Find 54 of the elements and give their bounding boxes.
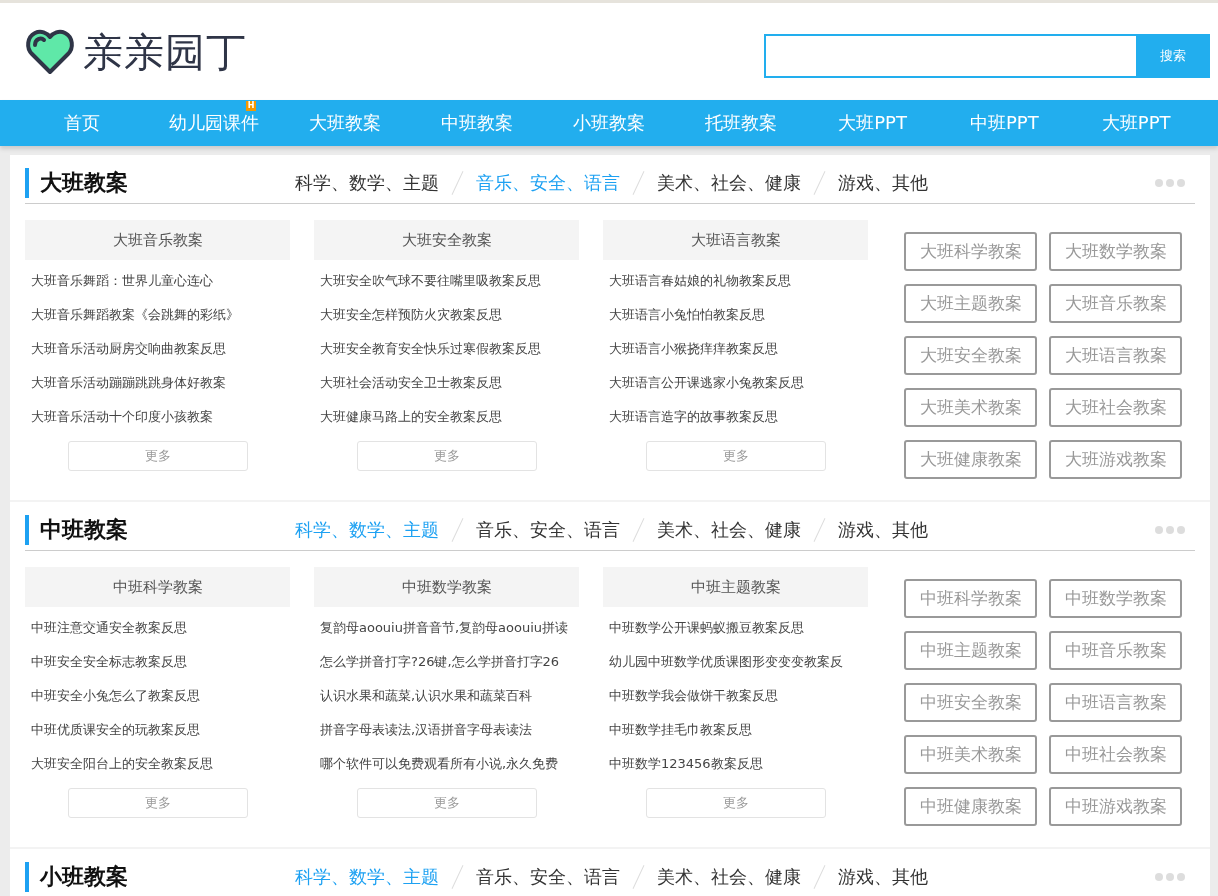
article-link[interactable]: 中班数学公开课蚂蚁搬豆教案反思 (603, 611, 868, 645)
article-link[interactable]: 中班注意交通安全教案反思 (25, 611, 290, 645)
article-link[interactable]: 大班安全怎样预防火灾教案反思 (314, 298, 579, 332)
column-heading: 大班音乐教案 (25, 220, 290, 260)
article-link[interactable]: 大班安全吹气球不要往嘴里吸教案反思 (314, 264, 579, 298)
article-link[interactable]: 大班音乐舞蹈：世界儿童心连心 (25, 264, 290, 298)
article-link[interactable]: 中班数学123456教案反思 (603, 747, 868, 781)
article-link[interactable]: 认识水果和蔬菜,认识水果和蔬菜百科 (314, 679, 579, 713)
article-link[interactable]: 大班语言小兔怕怕教案反思 (603, 298, 868, 332)
article-link[interactable]: 大班语言造字的故事教案反思 (603, 400, 868, 434)
article-link[interactable]: 怎么学拼音打字?26键,怎么学拼音打字26 (314, 645, 579, 679)
article-link[interactable]: 大班语言公开课逃家小兔教案反思 (603, 366, 868, 400)
column-heading: 中班数学教案 (314, 567, 579, 607)
article-link[interactable]: 幼儿园中班数学优质课图形变变变教案反 (603, 645, 868, 679)
category-tab[interactable]: 美术、社会、健康 (657, 518, 801, 541)
article-link[interactable]: 大班语言春姑娘的礼物教案反思 (603, 264, 868, 298)
article-link[interactable]: 大班音乐活动厨房交响曲教案反思 (25, 332, 290, 366)
column-heading: 中班科学教案 (25, 567, 290, 607)
more-dots-icon[interactable] (1155, 178, 1185, 187)
article-link[interactable]: 大班音乐舞蹈教案《会跳舞的彩纸》 (25, 298, 290, 332)
article-link[interactable]: 大班音乐活动十个印度小孩教案 (25, 400, 290, 434)
article-link[interactable]: 中班数学我会做饼干教案反思 (603, 679, 868, 713)
category-tab[interactable]: 音乐、安全、语言 (476, 865, 620, 888)
category-tab[interactable]: 游戏、其他 (838, 171, 928, 194)
category-tab[interactable]: 美术、社会、健康 (657, 865, 801, 888)
search-field[interactable] (764, 33, 1136, 78)
article-link[interactable]: 中班数学挂毛巾教案反思 (603, 713, 868, 747)
category-tab[interactable]: 美术、社会、健康 (657, 171, 801, 194)
category-tab[interactable]: 游戏、其他 (838, 518, 928, 541)
article-link[interactable]: 中班优质课安全的玩教案反思 (25, 713, 290, 747)
more-dots-icon[interactable] (1155, 525, 1185, 534)
article-link[interactable]: 大班语言小猴挠痒痒教案反思 (603, 332, 868, 366)
article-link[interactable]: 大班社会活动安全卫士教案反思 (314, 366, 579, 400)
article-link[interactable]: 哪个软件可以免费观看所有小说,永久免费 (314, 747, 579, 781)
category-tab[interactable]: 科学、数学、主题 (295, 171, 439, 194)
section-title: 小班教案 (25, 861, 295, 892)
article-link[interactable]: 拼音字母表读法,汉语拼音字母表读法 (314, 713, 579, 747)
article-link[interactable]: 大班音乐活动蹦蹦跳跳身体好教案 (25, 366, 290, 400)
article-link[interactable]: 大班健康马路上的安全教案反思 (314, 400, 579, 434)
article-link[interactable]: 中班安全小兔怎么了教案反思 (25, 679, 290, 713)
more-dots-icon[interactable] (1155, 872, 1185, 881)
site-logo-text[interactable]: 亲亲园丁 (83, 21, 247, 82)
category-tab[interactable]: 游戏、其他 (838, 865, 928, 888)
article-link[interactable]: 中班安全安全标志教案反思 (25, 645, 290, 679)
column-heading: 中班主题教案 (603, 567, 868, 607)
article-link[interactable]: 复韵母aoouiu拼音音节,复韵母aoouiu拼读 (314, 611, 579, 645)
column-heading: 大班语言教案 (603, 220, 868, 260)
article-link[interactable]: 大班安全阳台上的安全教案反思 (25, 747, 290, 781)
section-title: 大班教案 (25, 167, 295, 198)
category-tab[interactable]: 音乐、安全、语言 (476, 518, 620, 541)
article-link[interactable]: 大班安全教育安全快乐过寒假教案反思 (314, 332, 579, 366)
column-heading: 大班安全教案 (314, 220, 579, 260)
hot-badge: H (245, 101, 257, 111)
section-title: 中班教案 (25, 514, 295, 545)
